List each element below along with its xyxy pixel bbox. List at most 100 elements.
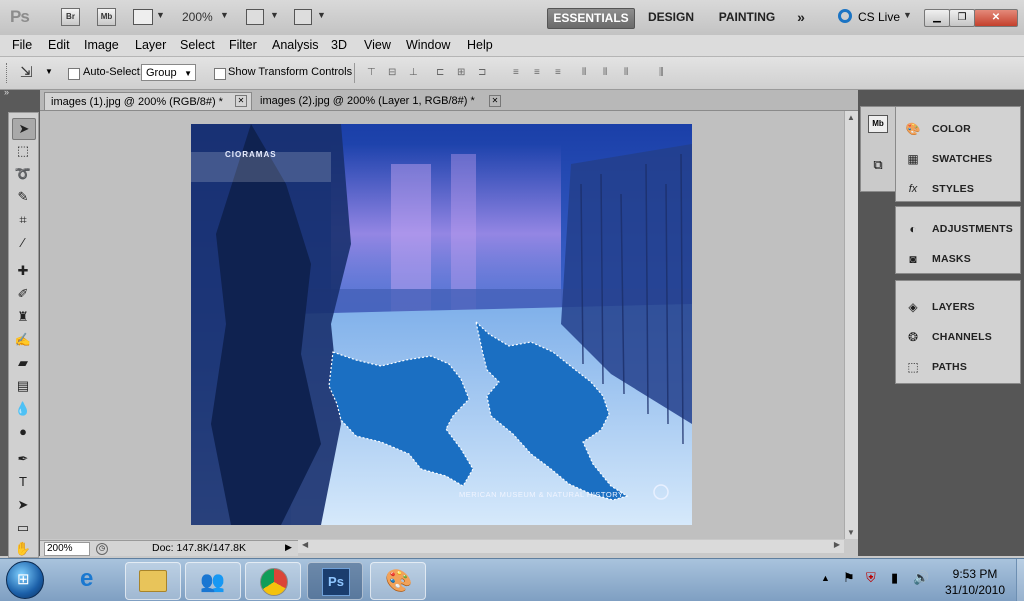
status-info-icon[interactable]: ◷ <box>96 543 108 555</box>
quick-selection-tool-icon[interactable]: ✎ <box>12 187 34 207</box>
workspace-painting[interactable]: PAINTING <box>710 8 784 27</box>
menu-image[interactable]: Image <box>84 38 119 52</box>
scroll-right-icon[interactable]: ▶ <box>834 540 840 549</box>
align-vcenter-icon[interactable]: ⊟ <box>388 67 402 79</box>
status-zoom-field[interactable]: 200% <box>44 542 90 556</box>
toolbar-header[interactable]: » <box>0 87 40 98</box>
panel-styles[interactable]: fx STYLES <box>896 174 1020 200</box>
scroll-up-icon[interactable]: ▲ <box>847 113 855 122</box>
vertical-scrollbar[interactable]: ▲ ▼ <box>844 111 858 539</box>
menu-help[interactable]: Help <box>467 38 493 52</box>
tab-images-2[interactable]: images (2).jpg @ 200% (Layer 1, RGB/8#) … <box>254 92 504 110</box>
auto-select-checkbox[interactable] <box>68 68 80 80</box>
brush-tool-icon[interactable]: ✐ <box>12 284 34 304</box>
bridge-button[interactable]: Br <box>61 8 80 26</box>
show-desktop-button[interactable] <box>1016 559 1024 601</box>
path-selection-tool-icon[interactable]: ➤ <box>12 495 34 515</box>
align-top-icon[interactable]: ⊤ <box>367 67 381 79</box>
action-center-flag-icon[interactable]: ⚑ <box>843 570 855 586</box>
chevron-down-icon[interactable]: ▼ <box>156 10 165 20</box>
marquee-tool-icon[interactable]: ⬚ <box>12 141 34 161</box>
panel-channels[interactable]: ❂ CHANNELS <box>896 322 1020 352</box>
menu-3d[interactable]: 3D <box>331 38 347 52</box>
taskbar-ie[interactable]: e <box>66 562 120 598</box>
menu-analysis[interactable]: Analysis <box>272 38 319 52</box>
align-left-icon[interactable]: ⊏ <box>436 67 450 79</box>
document-image[interactable]: CIORAMAS MERICAN MUSEUM & NATURAL HISTOR… <box>191 124 692 525</box>
move-tool-icon[interactable]: ⇲ <box>20 63 33 81</box>
align-bottom-icon[interactable]: ⊥ <box>409 67 423 79</box>
eraser-tool-icon[interactable]: ▰ <box>12 353 34 373</box>
view-extras-icon[interactable] <box>133 9 153 25</box>
more-workspaces-icon[interactable]: » <box>790 8 812 27</box>
panel-layers[interactable]: ◈ LAYERS <box>896 292 1020 322</box>
menu-filter[interactable]: Filter <box>229 38 257 52</box>
menu-view[interactable]: View <box>364 38 391 52</box>
auto-select-dropdown[interactable]: Group ▼ <box>141 64 196 81</box>
lasso-tool-icon[interactable]: ➰ <box>12 164 34 184</box>
menu-edit[interactable]: Edit <box>48 38 70 52</box>
minimize-button[interactable]: ▁ <box>924 9 950 27</box>
taskbar-photoshop[interactable]: Ps <box>307 562 363 600</box>
start-button[interactable]: ⊞ <box>6 561 44 599</box>
chevron-down-icon[interactable]: ▼ <box>45 67 53 76</box>
distribute-left-icon[interactable]: ⫴ <box>582 67 596 79</box>
align-right-icon[interactable]: ⊐ <box>478 67 492 79</box>
arrange-documents-icon[interactable] <box>246 9 264 25</box>
rectangle-tool-icon[interactable]: ▭ <box>12 518 34 538</box>
menu-select[interactable]: Select <box>180 38 215 52</box>
history-brush-tool-icon[interactable]: ✍ <box>12 330 34 350</box>
volume-icon[interactable]: 🔊 <box>913 570 929 586</box>
dodge-tool-icon[interactable]: ● <box>12 422 34 442</box>
distribute-hcenter-icon[interactable]: ⫴ <box>603 67 617 79</box>
workspace-essentials[interactable]: ESSENTIALS <box>547 8 635 29</box>
distribute-right-icon[interactable]: ⫴ <box>624 67 638 79</box>
cs-live-label[interactable]: CS Live <box>858 10 900 24</box>
options-grip[interactable] <box>6 63 10 83</box>
menu-file[interactable]: File <box>12 38 32 52</box>
menu-window[interactable]: Window <box>406 38 450 52</box>
align-hcenter-icon[interactable]: ⊞ <box>457 67 471 79</box>
auto-align-icon[interactable]: ⫼ <box>659 67 673 79</box>
cs-live-icon[interactable] <box>838 9 852 23</box>
type-tool-icon[interactable]: T <box>12 472 34 492</box>
horizontal-scrollbar[interactable]: ◀ ▶ <box>298 540 844 553</box>
taskbar-paint[interactable]: 🎨 <box>370 562 426 600</box>
close-tab-icon[interactable]: ✕ <box>489 95 501 107</box>
screen-mode-icon[interactable] <box>294 9 312 25</box>
distribute-top-icon[interactable]: ≡ <box>513 67 527 79</box>
healing-brush-tool-icon[interactable]: ✚ <box>12 261 34 281</box>
chevron-down-icon[interactable]: ▼ <box>317 10 326 20</box>
scroll-down-icon[interactable]: ▼ <box>847 528 855 537</box>
panel-swatches[interactable]: ▦ SWATCHES <box>896 144 1020 174</box>
mini-bridge-button[interactable]: Mb <box>97 8 116 26</box>
distribute-vcenter-icon[interactable]: ≡ <box>534 67 548 79</box>
show-hidden-icons[interactable]: ▲ <box>821 573 830 583</box>
eyedropper-tool-icon[interactable]: ⁄ <box>12 233 34 253</box>
taskbar-chrome[interactable] <box>245 562 301 600</box>
close-button[interactable]: ✕ <box>974 9 1018 27</box>
security-icon[interactable]: ⛨ <box>866 570 876 586</box>
crop-tool-icon[interactable]: ⌗ <box>12 210 34 230</box>
network-icon[interactable]: ▮ <box>891 570 898 586</box>
panel-color[interactable]: 🎨 COLOR <box>896 114 1020 144</box>
pen-tool-icon[interactable]: ✒ <box>12 449 34 469</box>
show-transform-checkbox[interactable] <box>214 68 226 80</box>
clock[interactable]: 9:53 PM 31/10/2010 <box>935 567 1015 597</box>
panel-masks[interactable]: ◙ MASKS <box>896 244 1020 272</box>
taskbar-messenger[interactable]: 👥 <box>185 562 241 600</box>
tab-images-1[interactable]: images (1).jpg @ 200% (RGB/8#) * <box>44 92 252 110</box>
menu-layer[interactable]: Layer <box>135 38 166 52</box>
chevron-down-icon[interactable]: ▼ <box>270 10 279 20</box>
restore-button[interactable]: ❐ <box>949 9 975 27</box>
blur-tool-icon[interactable]: 💧 <box>12 399 34 419</box>
close-tab-icon[interactable]: ✕ <box>235 95 247 107</box>
hand-tool-icon[interactable]: ✋ <box>12 539 34 559</box>
chevron-down-icon[interactable]: ▼ <box>220 10 229 20</box>
workspace-design[interactable]: DESIGN <box>640 8 702 27</box>
gradient-tool-icon[interactable]: ▤ <box>12 376 34 396</box>
move-tool-icon[interactable]: ➤ <box>12 118 36 140</box>
distribute-bottom-icon[interactable]: ≡ <box>555 67 569 79</box>
scroll-left-icon[interactable]: ◀ <box>302 540 308 549</box>
panel-paths[interactable]: ⬚ PATHS <box>896 352 1020 382</box>
